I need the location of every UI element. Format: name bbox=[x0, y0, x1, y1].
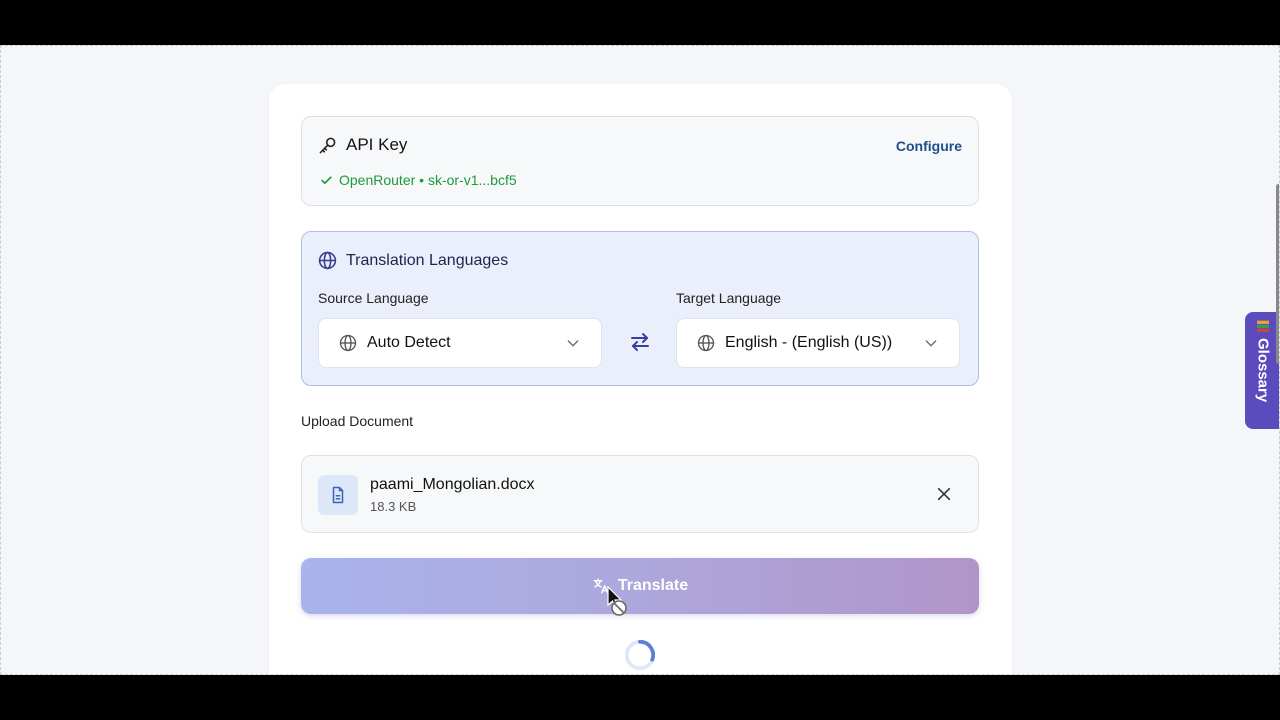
uploaded-file-card: paami_Mongolian.docx 18.3 KB bbox=[301, 455, 979, 533]
page-scrollbar[interactable] bbox=[1276, 184, 1279, 364]
api-key-status-text: OpenRouter • sk-or-v1...bcf5 bbox=[339, 172, 517, 188]
swap-languages-icon[interactable] bbox=[628, 330, 652, 354]
books-icon bbox=[1257, 320, 1269, 332]
mouse-cursor-icon bbox=[607, 586, 627, 616]
file-size: 18.3 KB bbox=[370, 499, 417, 514]
source-language-value: Auto Detect bbox=[367, 334, 451, 351]
remove-file-icon[interactable] bbox=[936, 486, 952, 502]
target-language-label: Target Language bbox=[676, 290, 782, 306]
source-language-label: Source Language bbox=[318, 290, 429, 306]
api-key-title: API Key bbox=[346, 135, 408, 154]
glossary-label: Glossary bbox=[1254, 338, 1272, 403]
globe-icon bbox=[339, 334, 357, 352]
check-icon bbox=[321, 175, 332, 184]
chevron-down-icon bbox=[925, 340, 937, 347]
loading-spinner-icon bbox=[624, 639, 656, 671]
globe-icon bbox=[697, 334, 715, 352]
api-key-header: API Key bbox=[318, 135, 407, 155]
translate-button[interactable]: Translate bbox=[301, 558, 979, 614]
document-icon bbox=[318, 475, 358, 515]
translation-languages-panel: Translation Languages Source Language Ta… bbox=[301, 231, 979, 386]
configure-button[interactable]: Configure bbox=[896, 138, 962, 154]
target-language-value: English - (English (US)) bbox=[725, 334, 893, 351]
globe-icon bbox=[318, 251, 337, 270]
target-language-select[interactable]: English - (English (US)) bbox=[676, 318, 960, 368]
chevron-down-icon bbox=[567, 340, 579, 347]
api-key-panel: API Key Configure OpenRouter • sk-or-v1.… bbox=[301, 116, 979, 206]
languages-header: Translation Languages bbox=[318, 251, 508, 270]
languages-title: Translation Languages bbox=[346, 251, 509, 269]
upload-document-label: Upload Document bbox=[301, 413, 414, 429]
file-name: paami_Mongolian.docx bbox=[370, 476, 535, 493]
key-icon bbox=[319, 137, 336, 153]
translator-card: API Key Configure OpenRouter • sk-or-v1.… bbox=[269, 84, 1012, 674]
api-key-status: OpenRouter • sk-or-v1...bcf5 bbox=[320, 172, 517, 188]
source-language-select[interactable]: Auto Detect bbox=[318, 318, 602, 368]
app-viewport: API Key Configure OpenRouter • sk-or-v1.… bbox=[0, 45, 1280, 675]
glossary-tab[interactable]: Glossary bbox=[1245, 312, 1279, 429]
